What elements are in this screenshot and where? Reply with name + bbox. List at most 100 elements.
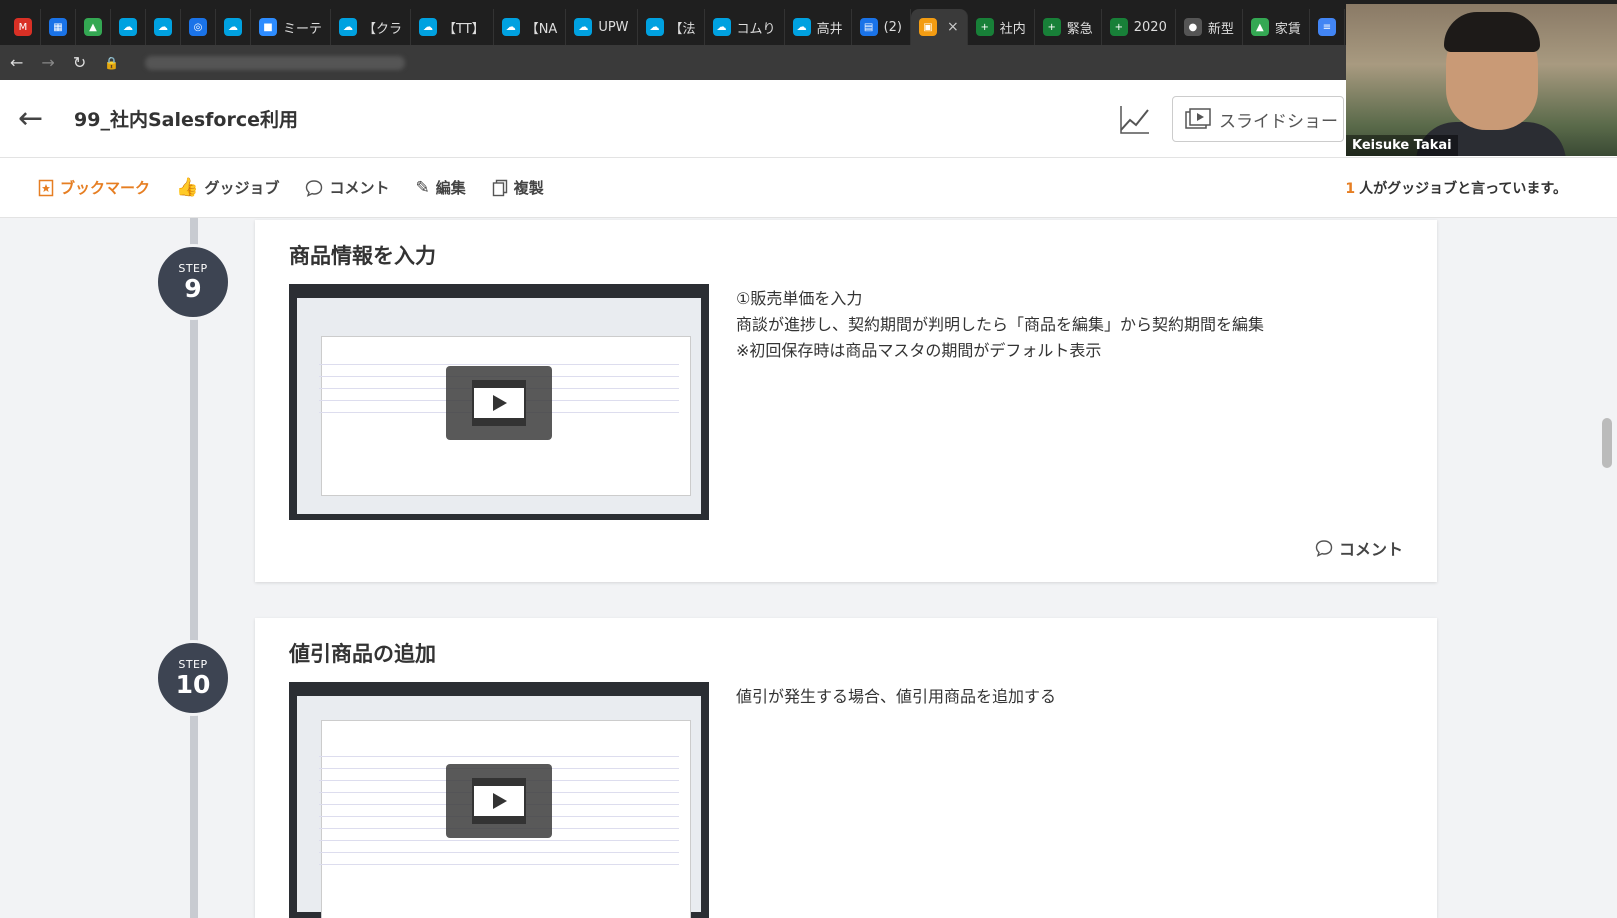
comment-button[interactable]: コメント (305, 177, 389, 198)
doc-icon: ▤ (859, 18, 878, 36)
goodjob-count: 1 (1345, 181, 1356, 197)
thumbs-up-icon: 👍 (176, 177, 199, 198)
browser-tab-label: 【TT】 (443, 21, 485, 37)
salesforce-icon: ☁ (792, 18, 811, 36)
calendar-icon: ▦ (49, 18, 67, 36)
browser-tab[interactable]: ☁ (146, 9, 181, 45)
salesforce-icon: ☁ (339, 18, 358, 36)
step-timeline (190, 218, 198, 918)
slideshow-button[interactable]: スライドショー (1172, 96, 1344, 142)
browser-tab[interactable]: ▦ (41, 9, 76, 45)
browser-tab-label: 2020 (1133, 19, 1167, 35)
browser-tab[interactable]: ▣ × (911, 9, 968, 45)
goodjob-count-label: 人がグッジョブと言っています。 (1359, 181, 1567, 197)
bookmark-button[interactable]: ブックマーク (38, 177, 150, 198)
browser-tab[interactable]: ☁ 【TT】 (411, 9, 494, 45)
comment-icon (306, 179, 323, 197)
scrollbar-thumb[interactable] (1602, 418, 1612, 468)
webcam-participant-name: Keisuke Takai (1346, 135, 1458, 156)
browser-tab-label: 社内 (999, 21, 1026, 37)
edit-label: 編集 (435, 179, 466, 197)
browser-tab[interactable]: ☁ (111, 9, 146, 45)
analytics-chart-icon[interactable] (1118, 102, 1152, 136)
browser-tab[interactable]: ≡ (1310, 9, 1345, 45)
salesforce-icon: ☁ (224, 18, 242, 36)
step-line: 値引が発生する場合、値引用商品を追加する (736, 687, 1057, 706)
goodjob-button[interactable]: 👍 グッジョブ (176, 177, 279, 198)
goodjob-label: グッジョブ (204, 179, 280, 197)
step-number: 9 (184, 273, 202, 303)
browser-tab[interactable]: ▲ (76, 9, 111, 45)
browser-tab[interactable]: ☁ 【NA (494, 9, 567, 45)
slideshow-icon (1185, 108, 1211, 129)
play-button[interactable] (446, 366, 552, 440)
salesforce-icon: ☁ (419, 18, 438, 36)
salesforce-icon: ☁ (645, 18, 664, 36)
browser-tab-label: 緊急 (1066, 21, 1093, 37)
browser-tab[interactable]: ☁ UPW (566, 9, 638, 45)
salesforce-icon: ☁ (119, 18, 137, 36)
teachme-icon: ▣ (919, 18, 937, 36)
action-bar: ブックマーク 👍 グッジョブ コメント ✎ 編集 複製 1 人がグッジョブと言って… (0, 158, 1617, 218)
page-scrollbar[interactable] (1600, 218, 1614, 918)
play-icon (472, 778, 526, 824)
step-label: STEP (178, 261, 208, 275)
video-thumbnail[interactable] (289, 284, 709, 520)
browser-tab[interactable]: ☁ (216, 9, 251, 45)
comment-icon (1315, 540, 1333, 557)
close-tab-icon[interactable]: × (947, 19, 959, 35)
zoom-icon: ■ (259, 18, 277, 36)
duplicate-button[interactable]: 複製 (492, 177, 544, 198)
step-number: 10 (175, 669, 211, 699)
step-description: ①販売単価を入力 商談が進捗し、契約期間が判明したら「商品を編集」から契約期間を… (736, 286, 1264, 364)
forward-icon[interactable]: → (41, 53, 54, 72)
browser-tab[interactable]: +2020 (1102, 9, 1176, 45)
step-card-9: 商品情報を入力 ①販売単価を入力 商談が進捗し、契約期間が判明したら「商品を編集… (255, 220, 1437, 582)
browser-tab[interactable]: ☁ 高井 (785, 9, 852, 45)
webcam-person-hair (1444, 12, 1540, 52)
browser-tab-label: 新型 (1207, 21, 1234, 37)
browser-tab[interactable]: ☁ 【法 (638, 9, 705, 45)
browser-tab[interactable]: + 社内 (968, 9, 1035, 45)
slideshow-label: スライドショー (1219, 111, 1338, 132)
bookmark-label: ブックマーク (60, 179, 151, 197)
step-description: 値引が発生する場合、値引用商品を追加する (736, 684, 1056, 710)
sheets-icon: + (975, 18, 994, 36)
edit-button[interactable]: ✎ 編集 (415, 177, 465, 198)
step-comment-button[interactable]: コメント (1315, 536, 1403, 560)
step-line: ※初回保存時は商品マスタの期間がデフォルト表示 (736, 341, 1102, 360)
back-icon[interactable]: ← (10, 53, 23, 72)
drive-icon: ▲ (1250, 18, 1269, 36)
browser-tab-label: コムり (736, 21, 776, 37)
browser-tab[interactable]: + 緊急 (1035, 9, 1102, 45)
step-line: 商談が進捗し、契約期間が判明したら「商品を編集」から契約期間を編集 (736, 315, 1265, 334)
step-badge-9: STEP 9 (155, 244, 231, 320)
browser-tab-label: 【クラ (363, 21, 403, 37)
step-title: 値引商品の追加 (289, 642, 436, 666)
duplicate-label: 複製 (513, 179, 544, 197)
reload-icon[interactable]: ↻ (73, 53, 86, 72)
browser-tab[interactable]: ◎ (181, 9, 216, 45)
goodjob-count-text: 1 人がグッジョブと言っています。 (1345, 178, 1567, 198)
salesforce-icon: ☁ (712, 18, 731, 36)
salesforce-icon: ☁ (154, 18, 172, 36)
play-button[interactable] (446, 764, 552, 838)
browser-tab[interactable]: ▤ (2) (852, 9, 911, 45)
browser-tab[interactable]: ■ ミーテ (251, 9, 332, 45)
browser-tab[interactable]: ☁ 【クラ (331, 9, 412, 45)
step-line: ①販売単価を入力 (736, 289, 863, 308)
browser-tab[interactable]: ▲ 家賃 (1243, 9, 1310, 45)
address-bar[interactable] (145, 55, 406, 70)
browser-tab[interactable]: M (6, 9, 41, 45)
browser-tab[interactable]: ● 新型 (1176, 9, 1243, 45)
gmail-icon: M (14, 18, 32, 36)
browser-tab-label: (2) (883, 19, 902, 35)
video-thumbnail[interactable] (289, 682, 709, 918)
back-arrow-icon[interactable]: ← (18, 101, 58, 136)
play-icon (472, 380, 526, 426)
step-card-10: 値引商品の追加 値引が発生する場合、値引用商品を追加する (255, 618, 1437, 918)
comment-label: コメント (329, 179, 390, 197)
browser-tab[interactable]: ☁ コムり (705, 9, 785, 45)
browser-tab-label: 高井 (816, 21, 843, 37)
pencil-icon: ✎ (415, 177, 430, 198)
